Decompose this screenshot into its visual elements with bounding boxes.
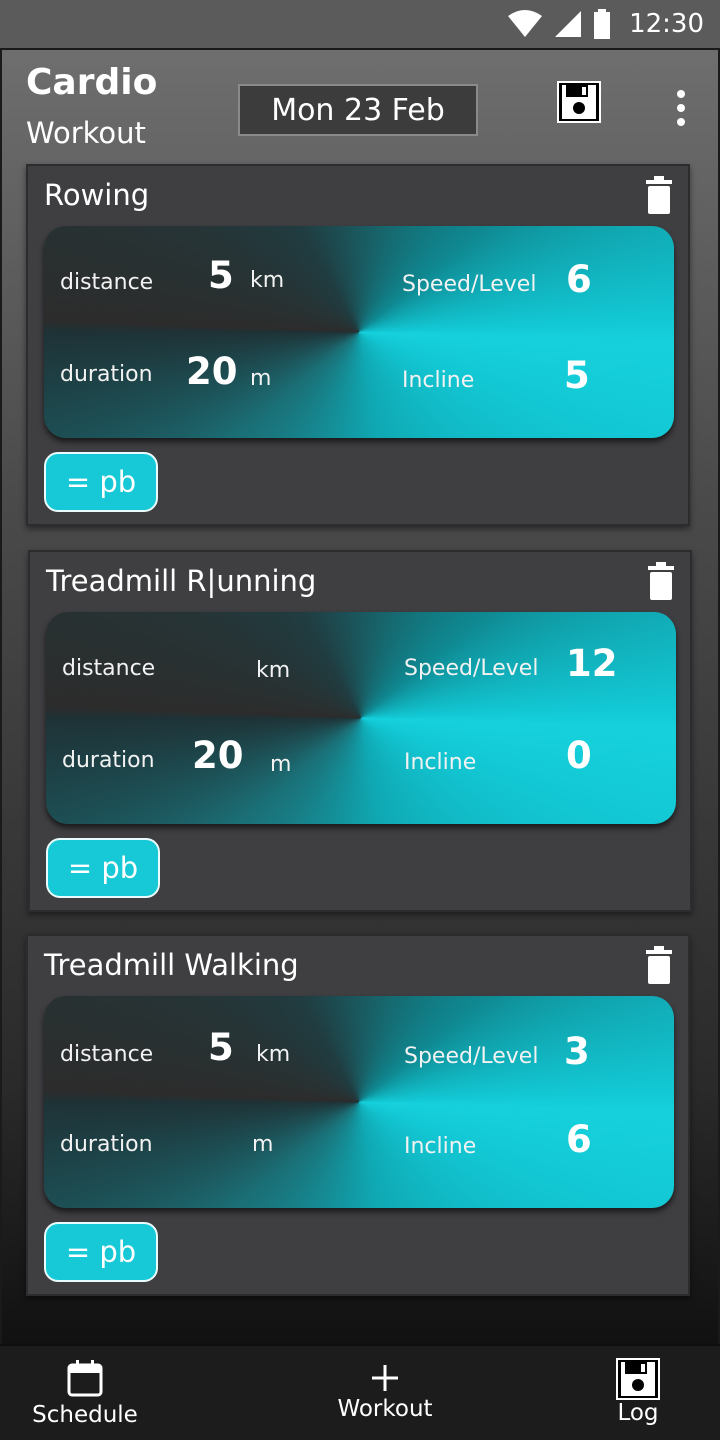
status-bar: 12:30 (0, 0, 720, 48)
speed-value[interactable]: 3 (564, 1030, 590, 1073)
exercise-name: Rowing (44, 178, 150, 212)
duration-value[interactable]: 20 (192, 734, 244, 777)
distance-unit: km (256, 1042, 291, 1067)
duration-unit: m (270, 752, 292, 777)
speed-label: Speed/Level (402, 272, 537, 297)
plus-icon (372, 1365, 398, 1391)
exercise-card-rowing: Rowing distance 5 km Speed/Level 6 durat… (26, 164, 690, 526)
page-subtitle: Workout (26, 116, 146, 150)
distance-label: distance (60, 1042, 154, 1067)
battery-icon (594, 9, 611, 39)
nav-schedule[interactable]: Schedule (30, 1346, 140, 1440)
incline-label: Incline (402, 368, 475, 393)
trash-icon[interactable] (646, 562, 676, 600)
nav-schedule-label: Schedule (32, 1402, 138, 1428)
speed-value[interactable]: 6 (566, 258, 592, 301)
nav-log[interactable]: Log (598, 1346, 678, 1440)
wifi-icon (508, 10, 543, 37)
duration-unit: m (252, 1132, 274, 1157)
save-icon (616, 1358, 660, 1400)
distance-unit: km (250, 268, 285, 293)
trash-icon[interactable] (644, 946, 674, 984)
incline-label: Incline (404, 750, 477, 775)
more-options-button[interactable] (666, 88, 696, 128)
duration-label: duration (60, 362, 153, 387)
calendar-icon (67, 1360, 103, 1397)
distance-label: distance (60, 270, 154, 295)
date-selector[interactable]: Mon 23 Feb (238, 84, 478, 136)
distance-value[interactable]: 5 (208, 1026, 234, 1069)
save-button[interactable] (556, 80, 602, 124)
speed-value[interactable]: 12 (566, 642, 618, 685)
distance-label: distance (62, 656, 156, 681)
page-title: Cardio (26, 62, 158, 103)
nav-log-label: Log (617, 1400, 659, 1426)
nav-workout-label: Workout (337, 1396, 433, 1422)
exercise-name: Treadmill R|unning (46, 564, 317, 598)
duration-unit: m (250, 366, 272, 391)
pb-button[interactable]: = pb (46, 838, 160, 898)
distance-value[interactable]: 5 (208, 254, 234, 297)
workout-screen: Cardio Workout Mon 23 Feb Rowing distanc… (2, 50, 718, 1344)
pb-button[interactable]: = pb (44, 1222, 158, 1282)
trash-icon[interactable] (644, 176, 674, 214)
exercise-card-treadmill-walking: Treadmill Walking distance 5 km Speed/Le… (26, 934, 690, 1296)
bottom-nav: Schedule Workout Log (0, 1344, 720, 1440)
exercise-name: Treadmill Walking (44, 948, 299, 982)
metrics-panel: distance km Speed/Level 12 duration 20 m… (46, 612, 676, 824)
exercise-card-treadmill-running: Treadmill R|unning distance km Speed/Lev… (28, 550, 692, 912)
incline-value[interactable]: 6 (566, 1118, 592, 1161)
distance-unit: km (256, 658, 291, 683)
incline-label: Incline (404, 1134, 477, 1159)
metrics-panel: distance 5 km Speed/Level 6 duration 20 … (44, 226, 674, 438)
more-vert-icon (677, 90, 685, 98)
duration-value[interactable]: 20 (186, 350, 238, 393)
duration-label: duration (62, 748, 155, 773)
signal-icon (555, 11, 582, 37)
incline-value[interactable]: 0 (566, 734, 592, 777)
pb-button[interactable]: = pb (44, 452, 158, 512)
header: Cardio Workout Mon 23 Feb (2, 50, 718, 162)
save-icon (557, 81, 601, 123)
duration-label: duration (60, 1132, 153, 1157)
speed-label: Speed/Level (404, 656, 539, 681)
incline-value[interactable]: 5 (564, 354, 590, 397)
metrics-panel: distance 5 km Speed/Level 3 duration m I… (44, 996, 674, 1208)
speed-label: Speed/Level (404, 1044, 539, 1069)
nav-workout[interactable]: Workout (330, 1346, 440, 1440)
status-time: 12:30 (629, 9, 704, 39)
